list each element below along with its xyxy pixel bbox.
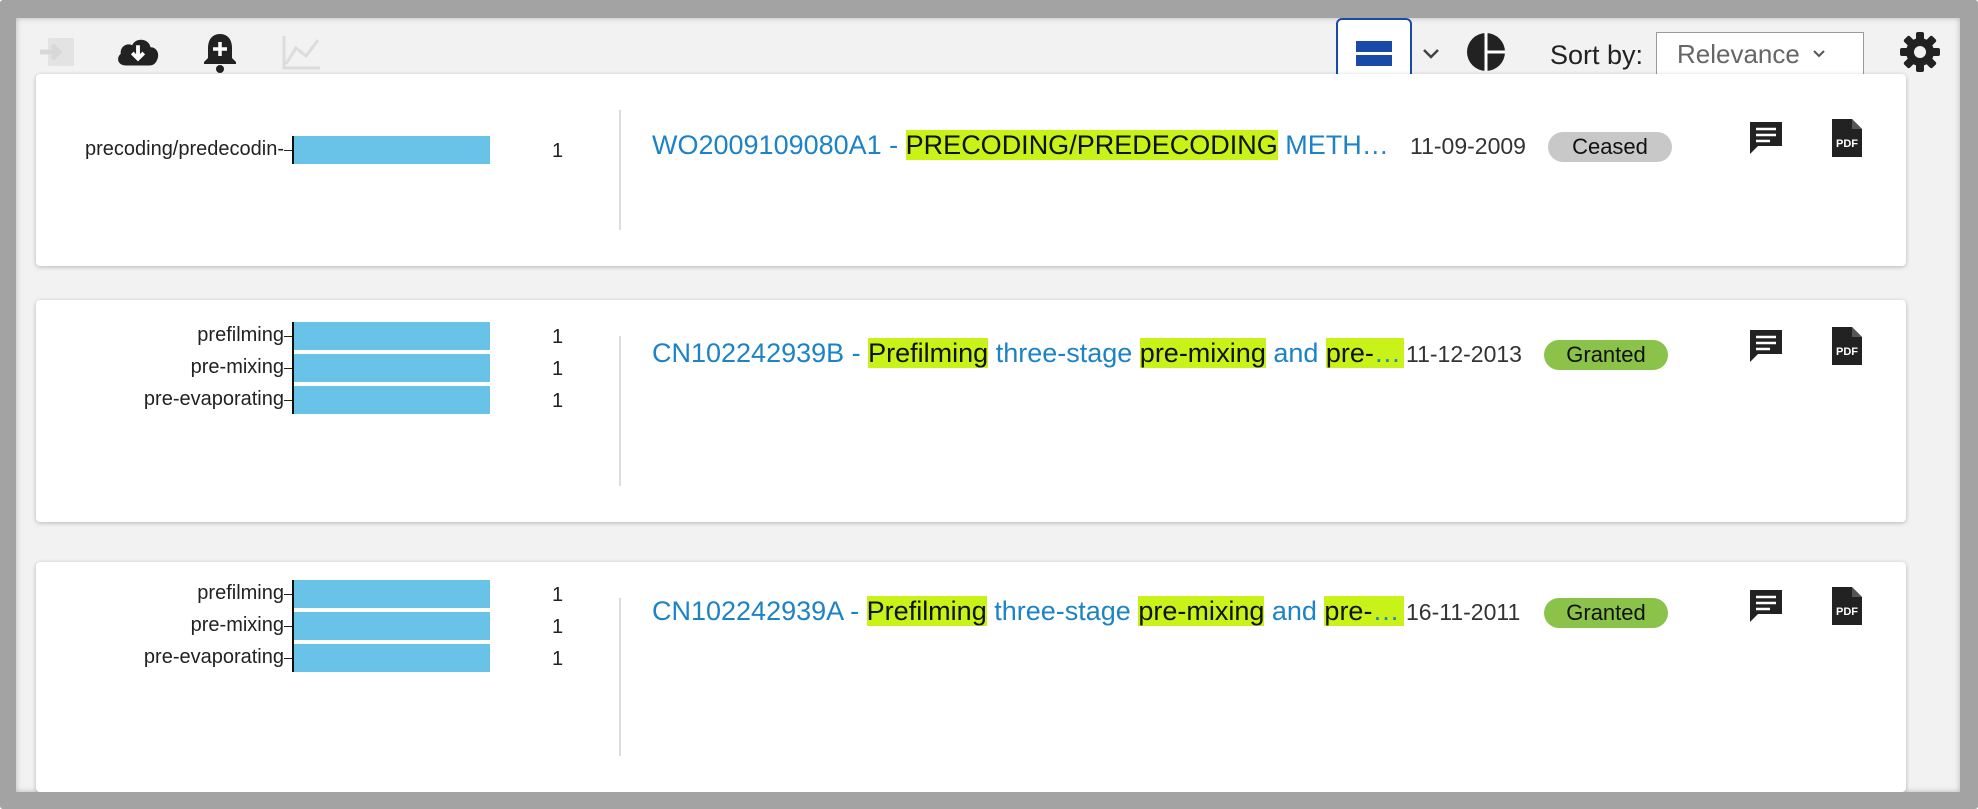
bar-label: pre-evaporating <box>143 646 284 668</box>
highlighted-term: pre-mixing <box>1138 596 1265 626</box>
bar-tick <box>284 658 292 659</box>
bar-row: pre-evaporating 1 <box>36 642 596 672</box>
publication-number: CN102242939A <box>652 596 843 626</box>
title-separator: - <box>881 130 906 160</box>
comment-icon[interactable] <box>1744 116 1788 160</box>
sort-label: Sort by: <box>1550 40 1644 70</box>
bar-tick <box>284 150 292 151</box>
card-divider <box>619 110 621 230</box>
highlighted-term: Prefilming <box>868 338 989 368</box>
bar-tick <box>284 594 292 595</box>
bar <box>294 644 490 672</box>
bar <box>294 354 490 382</box>
bar-row: precoding/predecodin- 1 <box>36 134 596 164</box>
pdf-icon[interactable]: PDF <box>1824 116 1868 160</box>
bar-tick <box>284 626 292 627</box>
highlighted-term: pre-evaporating <box>1324 596 1404 626</box>
comment-icon[interactable] <box>1744 584 1788 628</box>
bar-label: prefilming <box>197 582 284 604</box>
chart-icon[interactable] <box>278 28 326 76</box>
bar-row: pre-mixing 1 <box>36 610 596 640</box>
term-bar-chart: precoding/predecodin- 1 <box>36 74 596 266</box>
bar-value: 1 <box>552 648 564 670</box>
bar-row: prefilming 1 <box>36 578 596 608</box>
highlighted-term: pre-evaporating <box>1325 338 1404 368</box>
bar-tick <box>284 336 292 337</box>
title-text: and <box>1264 596 1325 626</box>
bar-value: 1 <box>552 358 564 380</box>
result-title-link[interactable]: CN102242939A - Prefilming three-stage pr… <box>652 596 1404 627</box>
bar <box>294 612 490 640</box>
bar-value: 1 <box>552 390 564 412</box>
bar-value: 1 <box>552 326 564 348</box>
cloud-download-icon[interactable] <box>114 28 162 76</box>
publication-date: 11-12-2013 <box>1406 341 1522 367</box>
title-separator: - <box>842 596 867 626</box>
bar-label: pre-mixing <box>190 614 284 636</box>
svg-text:PDF: PDF <box>1836 606 1858 618</box>
window-frame: Sort by: Relevance precoding/predecodin-… <box>0 0 1978 809</box>
bar-label: pre-evaporating <box>143 388 284 410</box>
chevron-down-icon[interactable] <box>1416 34 1446 74</box>
publication-date: 11-09-2009 <box>1410 133 1526 159</box>
title-text: three-stage <box>988 338 1140 368</box>
bar-row: pre-evaporating 1 <box>36 384 596 414</box>
bar-label: prefilming <box>197 324 284 346</box>
result-card: prefilming 1 pre-mixing 1 pre-evaporating 1 CN… <box>36 562 1906 792</box>
bar-label: precoding/predecodin- <box>84 138 284 160</box>
result-title-link[interactable]: WO2009109080A1 - PRECODING/PREDECODING M… <box>652 130 1404 161</box>
comment-icon[interactable] <box>1744 324 1788 368</box>
term-bar-chart: prefilming 1 pre-mixing 1 pre-evaporating 1 <box>36 562 596 792</box>
term-bar-chart: prefilming 1 pre-mixing 1 pre-evaporating 1 <box>36 300 596 522</box>
svg-text:PDF: PDF <box>1836 138 1858 150</box>
publication-date: 16-11-2011 <box>1406 599 1521 625</box>
highlighted-term: Prefilming <box>866 596 987 626</box>
bar-row: pre-mixing 1 <box>36 352 596 382</box>
sort-chevron-icon <box>1813 50 1825 58</box>
bar-tick <box>284 400 292 401</box>
title-text: METHOD AND APPARATUS FOR DATA TRANSMISSI… <box>1285 130 1404 160</box>
highlighted-term: pre-mixing <box>1139 338 1266 368</box>
add-alert-icon[interactable] <box>196 28 244 76</box>
status-badge: Granted <box>1544 598 1668 628</box>
import-icon[interactable] <box>36 28 84 76</box>
bar-value: 1 <box>552 584 564 606</box>
result-card: precoding/predecodin- 1 WO2009109080A1 - P… <box>36 74 1906 266</box>
pie-chart-icon[interactable] <box>1462 28 1510 76</box>
publication-number: CN102242939B <box>652 338 845 368</box>
bar-label: pre-mixing <box>190 356 284 378</box>
bar-tick <box>284 368 292 369</box>
status-badge: Ceased <box>1548 132 1672 162</box>
highlighted-term: PRECODING/PREDECODING <box>905 130 1278 160</box>
result-card: prefilming 1 pre-mixing 1 pre-evaporating 1 CN… <box>36 300 1906 522</box>
bar-value: 1 <box>552 140 564 162</box>
publication-number: WO2009109080A1 <box>652 130 882 160</box>
bar <box>294 580 490 608</box>
svg-text:PDF: PDF <box>1836 346 1858 358</box>
result-title-link[interactable]: CN102242939B - Prefilming three-stage pr… <box>652 338 1404 369</box>
title-separator: - <box>844 338 869 368</box>
bar-value: 1 <box>552 616 564 638</box>
status-badge: Granted <box>1544 340 1668 370</box>
results-panel: Sort by: Relevance precoding/predecodin-… <box>16 18 1960 792</box>
sort-value: Relevance <box>1677 38 1800 69</box>
bar <box>294 136 490 164</box>
title-text: three-stage <box>986 596 1139 626</box>
gear-icon[interactable] <box>1896 28 1944 76</box>
bar-row: prefilming 1 <box>36 320 596 350</box>
list-view-icon <box>1356 41 1392 66</box>
title-text: and <box>1265 338 1326 368</box>
pdf-icon[interactable]: PDF <box>1824 584 1868 628</box>
card-divider <box>619 598 621 756</box>
pdf-icon[interactable]: PDF <box>1824 324 1868 368</box>
bar <box>294 386 490 414</box>
bar <box>294 322 490 350</box>
card-divider <box>619 336 621 486</box>
sort-select[interactable]: Relevance <box>1656 32 1864 76</box>
